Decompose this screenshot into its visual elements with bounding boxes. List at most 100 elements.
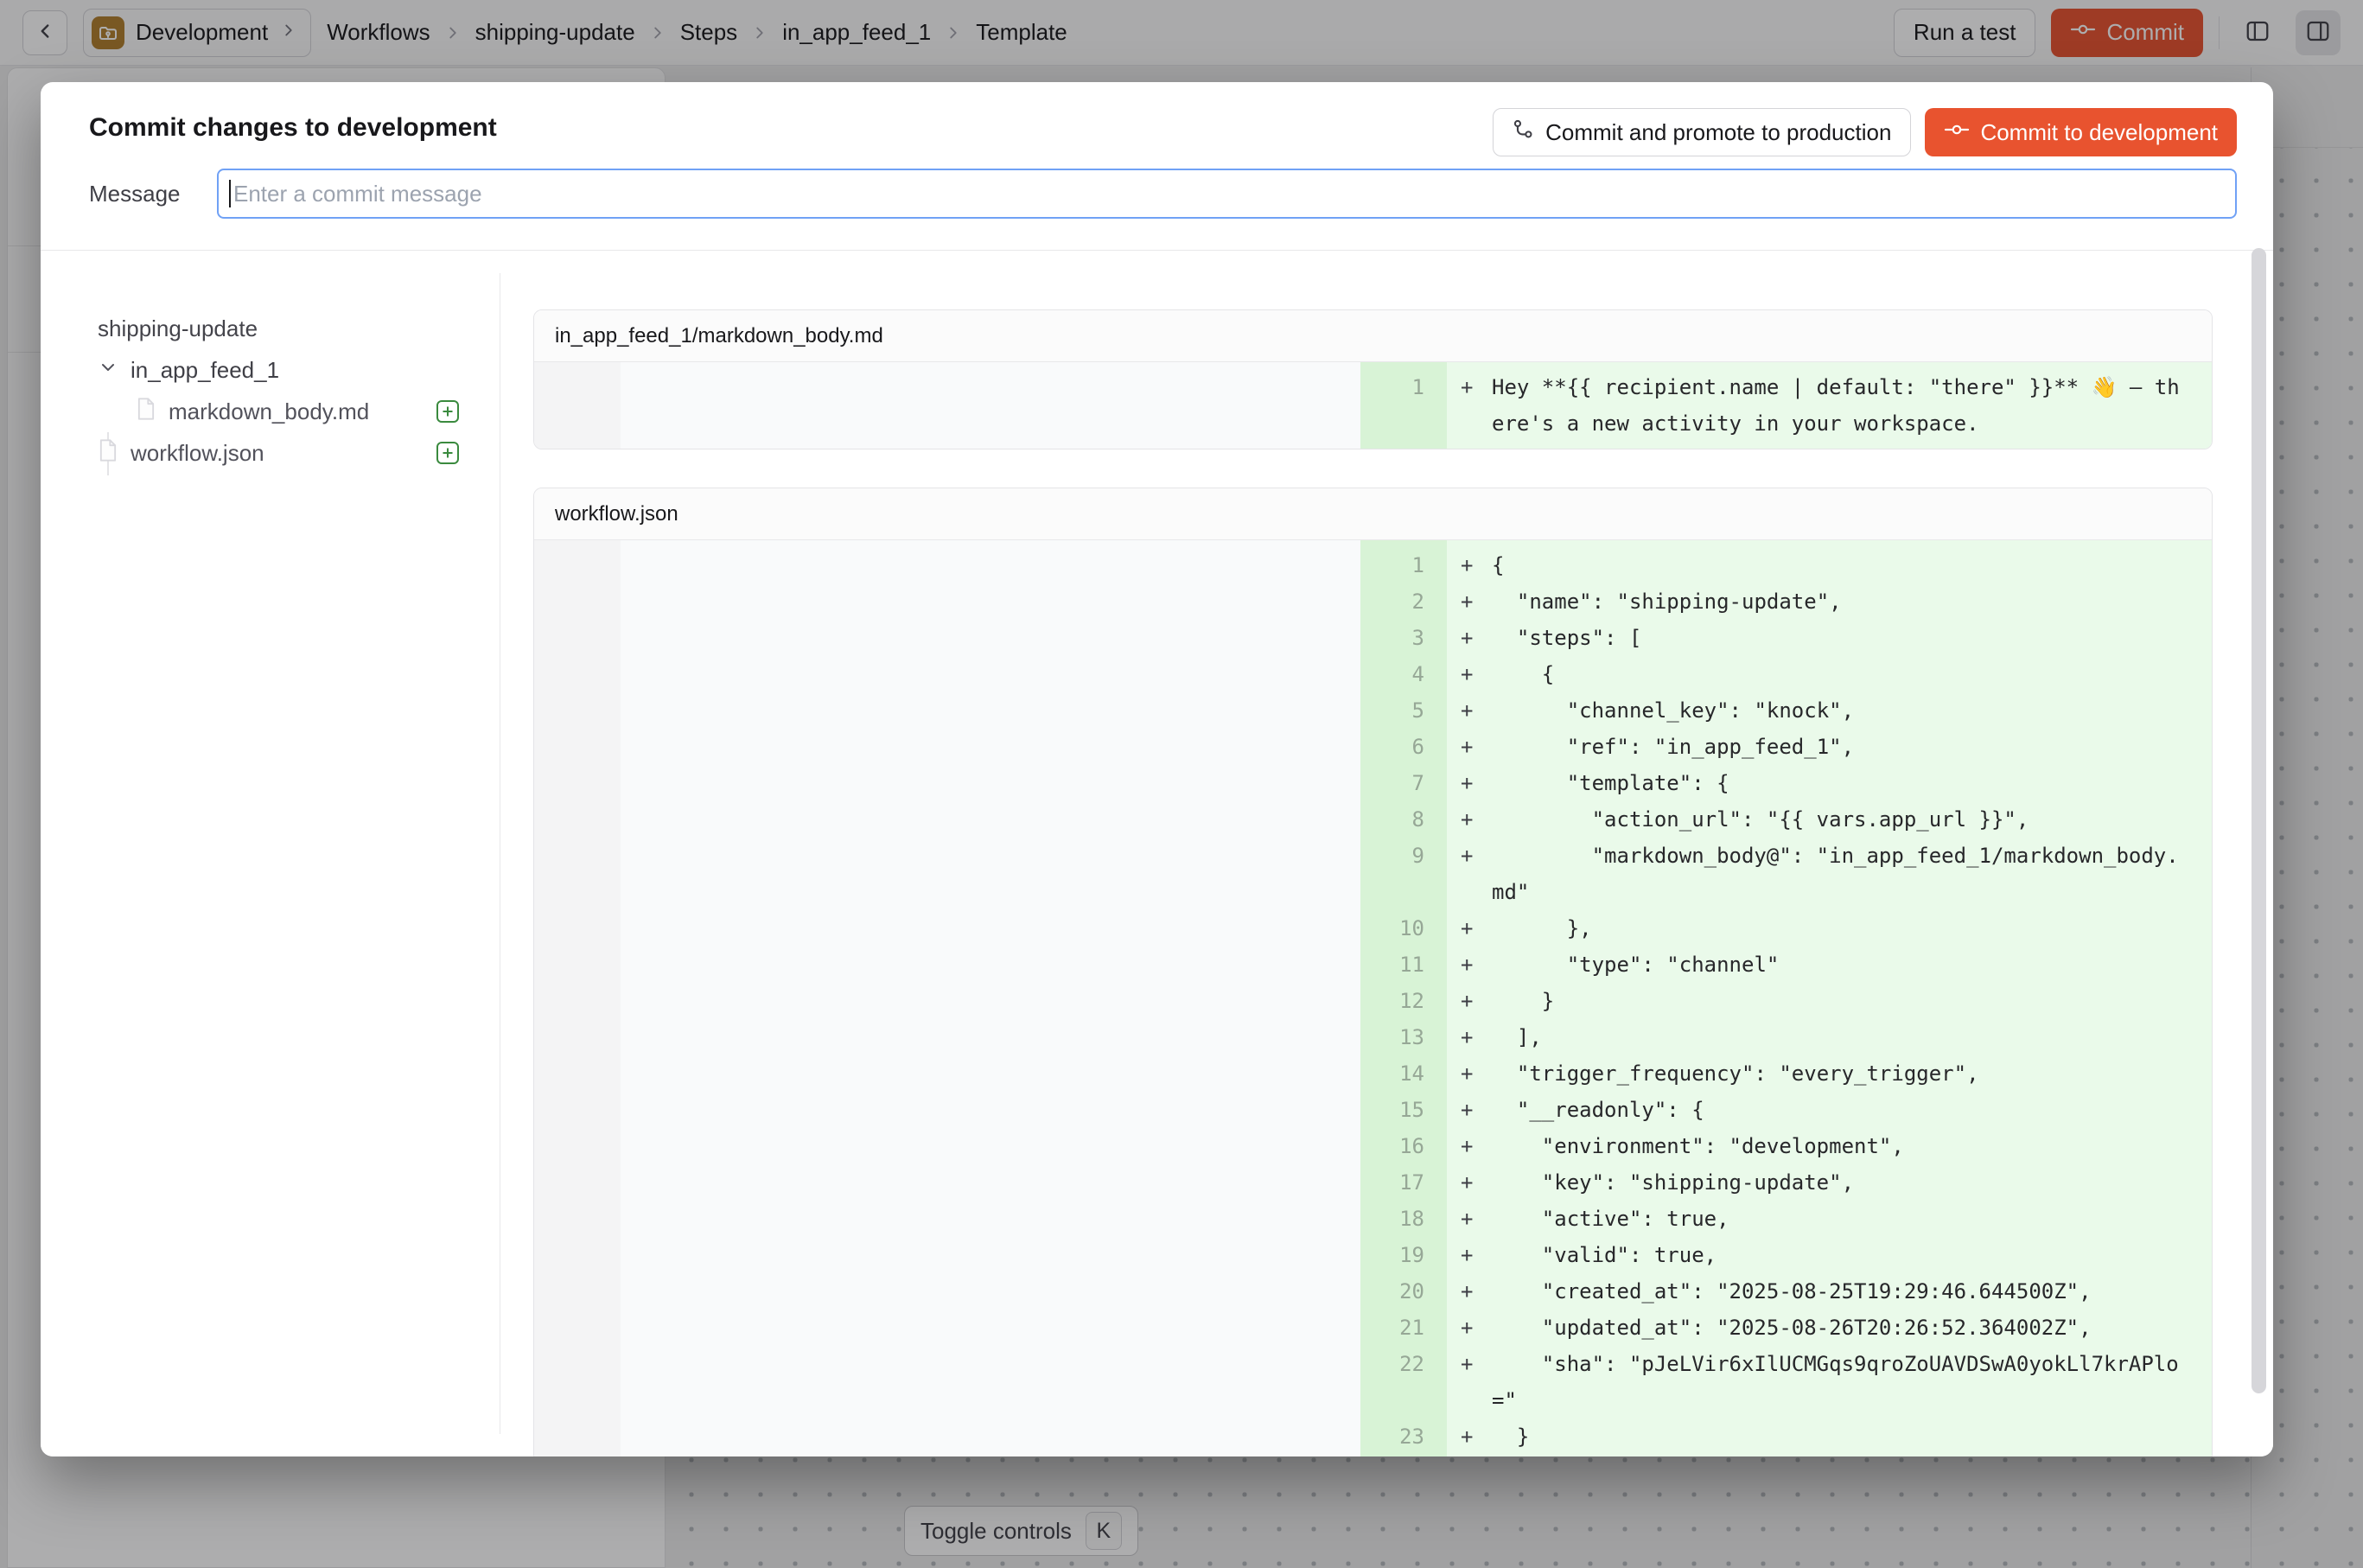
diff-line: 17+ "key": "shipping-update", [534, 1164, 2212, 1201]
diff-plus-sign: + [1447, 983, 1492, 1019]
old-content [621, 583, 1360, 620]
tree-root-workflow: shipping-update [98, 308, 461, 349]
old-gutter [534, 1055, 621, 1092]
commit-to-development-button[interactable]: Commit to development [1925, 108, 2237, 156]
modal-header: Commit changes to development Commit and… [41, 82, 2273, 219]
diff-cell [1447, 442, 2212, 449]
diff-code-text: "sha": "pJeLVir6xIlUCMGqs9qroZoUAVDSwA0y… [1492, 1346, 2212, 1418]
tree-file-workflow-json[interactable]: workflow.json [98, 432, 461, 474]
diff-panel-markdown-body: in_app_feed_1/markdown_body.md 1+Hey **{… [533, 309, 2213, 449]
old-content [621, 547, 1360, 583]
diff-cell [1447, 540, 2212, 547]
diff-plus-sign: + [1447, 369, 1492, 442]
line-number: 8 [1360, 801, 1447, 838]
line-number: 10 [1360, 910, 1447, 947]
diff-code-text: "key": "shipping-update", [1492, 1164, 2212, 1201]
old-gutter [534, 620, 621, 656]
diff-code-text: "environment": "development", [1492, 1128, 2212, 1164]
new-content: +Hey **{{ recipient.name | default: "the… [1447, 369, 2212, 442]
old-content [621, 1055, 1360, 1092]
new-content: + "steps": [ [1447, 620, 2212, 656]
diff-line: 1+Hey **{{ recipient.name | default: "th… [534, 369, 2212, 442]
commit-changes-modal: Commit changes to development Commit and… [41, 82, 2273, 1456]
new-content: + "updated_at": "2025-08-26T20:26:52.364… [1447, 1310, 2212, 1346]
old-content [621, 369, 1360, 442]
diff-plus-sign: + [1447, 947, 1492, 983]
old-gutter [534, 692, 621, 729]
line-number: 19 [1360, 1237, 1447, 1273]
line-number: 13 [1360, 1019, 1447, 1055]
new-content: + "channel_key": "knock", [1447, 692, 2212, 729]
diff-plus-sign: + [1447, 1055, 1492, 1092]
diff-line: 19+ "valid": true, [534, 1237, 2212, 1273]
diff-code-text: "valid": true, [1492, 1237, 2212, 1273]
new-content: + "markdown_body@": "in_app_feed_1/markd… [1447, 838, 2212, 910]
diff-cell [1360, 442, 1447, 449]
diff-line: 9+ "markdown_body@": "in_app_feed_1/mark… [534, 838, 2212, 910]
line-number: 3 [1360, 620, 1447, 656]
diff-line: 1+{ [534, 547, 2212, 583]
new-content: + "environment": "development", [1447, 1128, 2212, 1164]
tree-file-markdown-body[interactable]: markdown_body.md [98, 391, 461, 432]
diff-added-icon [435, 398, 461, 430]
new-content: + "ref": "in_app_feed_1", [1447, 729, 2212, 765]
new-content: + "name": "shipping-update", [1447, 583, 2212, 620]
new-content: + "valid": true, [1447, 1237, 2212, 1273]
diff-panel-workflow-json: workflow.json 1+{2+ "name": "shipping-up… [533, 488, 2213, 1456]
diff-plus-sign: + [1447, 1201, 1492, 1237]
commit-and-promote-button[interactable]: Commit and promote to production [1493, 108, 1911, 156]
old-content [621, 1128, 1360, 1164]
diff-code-text: "markdown_body@": "in_app_feed_1/markdow… [1492, 838, 2212, 910]
diff-line: 10+ }, [534, 910, 2212, 947]
commit-icon [1944, 119, 1970, 146]
commit-message-input[interactable]: Enter a commit message [217, 169, 2237, 219]
diff-code-text: "type": "channel" [1492, 947, 2212, 983]
diff-line: 22+ "sha": "pJeLVir6xIlUCMGqs9qroZoUAVDS… [534, 1346, 2212, 1418]
diff-panels: in_app_feed_1/markdown_body.md 1+Hey **{… [533, 309, 2213, 1456]
tree-folder-in-app-feed[interactable]: in_app_feed_1 [98, 349, 461, 391]
old-content [621, 729, 1360, 765]
modal-scrollbar[interactable] [2252, 248, 2266, 1393]
diff-code-text: }, [1492, 910, 2212, 947]
diff-code-text: } [1492, 1418, 2212, 1455]
diff-plus-sign: + [1447, 1019, 1492, 1055]
commit-to-dev-label: Commit to development [1980, 119, 2218, 146]
diff-padding-row [534, 442, 2212, 449]
diff-code-text: Hey **{{ recipient.name | default: "ther… [1492, 369, 2212, 442]
file-icon [98, 438, 118, 468]
diff-code-text: { [1492, 547, 2212, 583]
message-placeholder: Enter a commit message [233, 181, 482, 207]
diff-line: 15+ "__readonly": { [534, 1092, 2212, 1128]
old-content [621, 1092, 1360, 1128]
diff-code-text: } [1492, 983, 2212, 1019]
diff-plus-sign: + [1447, 583, 1492, 620]
line-number: 15 [1360, 1092, 1447, 1128]
new-content: + "sha": "pJeLVir6xIlUCMGqs9qroZoUAVDSwA… [1447, 1346, 2212, 1418]
diff-code-text: "steps": [ [1492, 620, 2212, 656]
line-number: 5 [1360, 692, 1447, 729]
diff-plus-sign: + [1447, 620, 1492, 656]
old-gutter [534, 1273, 621, 1310]
old-gutter [534, 1310, 621, 1346]
diff-cell [1447, 362, 2212, 369]
new-content: + { [1447, 656, 2212, 692]
diff-added-icon [435, 440, 461, 472]
diff-padding-row [534, 540, 2212, 547]
new-content: + ], [1447, 1019, 2212, 1055]
old-gutter [534, 765, 621, 801]
diff-line: 21+ "updated_at": "2025-08-26T20:26:52.3… [534, 1310, 2212, 1346]
tree-file-label: markdown_body.md [169, 398, 369, 425]
diff-code-text: "active": true, [1492, 1201, 2212, 1237]
new-content: + "active": true, [1447, 1201, 2212, 1237]
diff-padding-row [534, 1455, 2212, 1456]
line-number: 9 [1360, 838, 1447, 910]
diff-code-text: "ref": "in_app_feed_1", [1492, 729, 2212, 765]
diff-plus-sign: + [1447, 1128, 1492, 1164]
old-content [621, 838, 1360, 910]
new-content: + "trigger_frequency": "every_trigger", [1447, 1055, 2212, 1092]
tree-root-label: shipping-update [98, 316, 258, 342]
line-number: 16 [1360, 1128, 1447, 1164]
new-content: + "created_at": "2025-08-25T19:29:46.644… [1447, 1273, 2212, 1310]
old-content [621, 656, 1360, 692]
old-gutter [534, 1418, 621, 1455]
